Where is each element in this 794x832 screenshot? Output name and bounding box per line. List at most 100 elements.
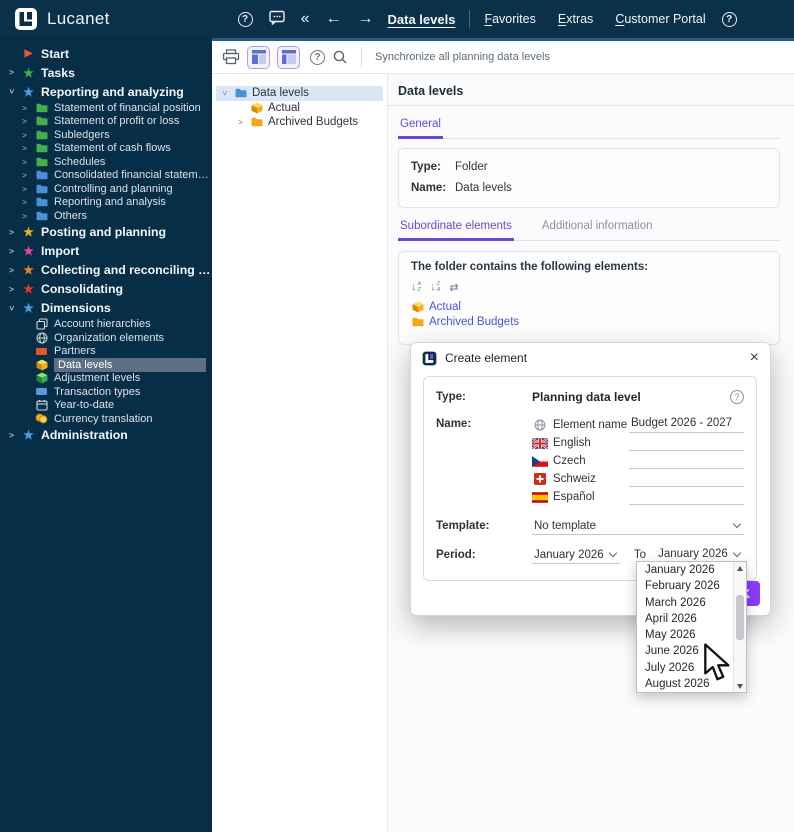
topbar-link-extras[interactable]: Extras — [558, 12, 593, 26]
sidebar-item-partners[interactable]: >Partners — [0, 345, 212, 359]
sidebar-item-consolidating[interactable]: >★Consolidating — [0, 280, 212, 299]
feedback-chat-icon[interactable] — [269, 10, 285, 29]
chevron-collapsed-icon[interactable]: > — [7, 68, 16, 77]
chevron-collapsed-icon[interactable]: > — [7, 228, 16, 237]
dropdown-option-march-2026[interactable]: March 2026 — [637, 595, 733, 611]
sidebar-item-others[interactable]: >Others — [0, 209, 212, 223]
chevron-collapsed-icon[interactable]: > — [20, 158, 29, 167]
back-arrow-icon[interactable]: ← — [326, 11, 342, 27]
layout-panel-left-icon[interactable] — [247, 46, 270, 69]
sidebar-item-statement-of-profit-or-loss[interactable]: >Statement of profit or loss — [0, 115, 212, 129]
chevron-collapsed-icon[interactable]: > — [20, 117, 29, 126]
sort-toolbar: ↓AZ ↓ZA ⇄ — [411, 281, 767, 294]
globe-icon — [532, 419, 548, 431]
dropdown-scrollbar[interactable] — [733, 562, 746, 692]
sidebar-item-subledgers[interactable]: >Subledgers — [0, 128, 212, 142]
dropdown-option-january-2026[interactable]: January 2026 — [637, 562, 733, 578]
sidebar-item-start[interactable]: >▶Start — [0, 44, 212, 63]
sidebar-item-statement-of-financial-position[interactable]: >Statement of financial position — [0, 101, 212, 115]
sidebar-item-controlling-and-planning[interactable]: >Controlling and planning — [0, 182, 212, 196]
sidebar-item-collecting-and-reconciling-data[interactable]: >★Collecting and reconciling data — [0, 261, 212, 280]
current-view-title[interactable]: Data levels — [388, 12, 456, 27]
tab-general[interactable]: General — [398, 115, 443, 139]
element-name-input[interactable]: Budget 2026 - 2027 — [629, 417, 744, 433]
chevron-collapsed-icon[interactable]: > — [7, 247, 16, 256]
chevron-expanded-icon[interactable]: > — [7, 87, 16, 96]
template-value: No template — [534, 520, 596, 532]
chevron-expanded-icon[interactable]: > — [220, 89, 229, 98]
sidebar-item-reporting-and-analysis[interactable]: >Reporting and analysis — [0, 196, 212, 210]
chevron-collapsed-icon[interactable]: > — [20, 144, 29, 153]
sidebar-item-import[interactable]: >★Import — [0, 242, 212, 261]
chevron-collapsed-icon[interactable]: > — [7, 431, 16, 440]
help-icon-right[interactable]: ? — [722, 12, 737, 27]
help-icon[interactable]: ? — [238, 12, 253, 27]
search-icon[interactable] — [332, 49, 348, 65]
tree-item-data-levels[interactable]: >Data levels — [216, 86, 383, 101]
chevron-collapsed-icon[interactable]: > — [7, 266, 16, 275]
close-icon[interactable]: × — [750, 350, 759, 366]
topbar-link-favorites[interactable]: Favorites — [484, 12, 535, 26]
chevron-collapsed-icon[interactable]: > — [236, 118, 245, 127]
sidebar-item-dimensions[interactable]: >★Dimensions — [0, 299, 212, 318]
chevron-expanded-icon[interactable]: > — [7, 304, 16, 313]
language-input-espa-ol[interactable] — [629, 489, 744, 505]
language-input-english[interactable] — [629, 435, 744, 451]
print-icon[interactable] — [222, 49, 240, 65]
sidebar-item-tasks[interactable]: >★Tasks — [0, 63, 212, 82]
period-from-select[interactable]: January 2026 — [532, 547, 620, 564]
sidebar-item-data-levels[interactable]: >Data levels — [0, 358, 212, 372]
period-to-value: January 2026 — [658, 548, 728, 560]
sort-za-icon[interactable]: ↓ZA — [430, 282, 440, 293]
dialog-help-icon[interactable]: ? — [730, 390, 744, 404]
star-icon: ★ — [22, 245, 35, 257]
chevron-collapsed-icon[interactable]: > — [20, 212, 29, 221]
sidebar-item-account-hierarchies[interactable]: >Account hierarchies — [0, 318, 212, 332]
sidebar-item-statement-of-cash-flows[interactable]: >Statement of cash flows — [0, 142, 212, 156]
sidebar-item-posting-and-planning[interactable]: >★Posting and planning — [0, 223, 212, 242]
element-link-archived-budgets[interactable]: Archived Budgets — [411, 315, 767, 331]
dialog-type-label: Type: — [436, 391, 482, 403]
copy-icon — [35, 318, 48, 330]
chevron-collapsed-icon[interactable]: > — [20, 171, 29, 180]
cube-icon — [35, 359, 48, 371]
sort-custom-icon[interactable]: ⇄ — [449, 281, 458, 294]
sidebar-item-currency-translation[interactable]: >Currency translation — [0, 412, 212, 426]
sidebar-item-reporting-and-analyzing[interactable]: >★Reporting and analyzing — [0, 82, 212, 101]
tree-item-actual[interactable]: >Actual — [216, 101, 383, 116]
main-toolbar: ? Synchronize all planning data levels — [212, 41, 794, 74]
sidebar-item-year-to-date[interactable]: >Year-to-date — [0, 399, 212, 413]
sort-az-icon[interactable]: ↓AZ — [411, 282, 421, 293]
sidebar-item-organization-elements[interactable]: >Organization elements — [0, 331, 212, 345]
tree-item-archived-budgets[interactable]: >Archived Budgets — [216, 115, 383, 130]
sidebar-item-administration[interactable]: >★Administration — [0, 426, 212, 445]
collapse-double-chevron-icon[interactable]: « — [301, 11, 310, 27]
language-input-czech[interactable] — [629, 453, 744, 469]
sidebar-item-consolidated-financial-statements[interactable]: >Consolidated financial statements — [0, 169, 212, 183]
dropdown-option-february-2026[interactable]: February 2026 — [637, 578, 733, 594]
toolbar-help-icon[interactable]: ? — [310, 50, 325, 65]
tab-additional-information[interactable]: Additional information — [540, 217, 655, 240]
dialog-title: Create element — [445, 351, 742, 365]
layout-panel-detail-icon[interactable] — [277, 46, 300, 69]
scroll-thumb[interactable] — [736, 595, 744, 640]
element-link-actual[interactable]: Actual — [411, 299, 767, 315]
sidebar-item-transaction-types[interactable]: >Transaction types — [0, 385, 212, 399]
tab-subordinate-elements[interactable]: Subordinate elements — [398, 217, 514, 241]
language-input-schweiz[interactable] — [629, 471, 744, 487]
chevron-collapsed-icon[interactable]: > — [7, 285, 16, 294]
template-select[interactable]: No template — [532, 518, 744, 535]
dropdown-option-may-2026[interactable]: May 2026 — [637, 627, 733, 643]
topbar-nav-icons: ? « ← → — [238, 10, 374, 29]
scroll-up-icon[interactable] — [737, 566, 743, 571]
chevron-collapsed-icon[interactable]: > — [20, 104, 29, 113]
sidebar-item-adjustment-levels[interactable]: >Adjustment levels — [0, 372, 212, 386]
topbar-link-customer-portal[interactable]: Customer Portal — [615, 12, 705, 26]
dropdown-option-april-2026[interactable]: April 2026 — [637, 611, 733, 627]
chevron-collapsed-icon[interactable]: > — [20, 185, 29, 194]
forward-arrow-icon[interactable]: → — [358, 11, 374, 27]
scroll-down-icon[interactable] — [737, 684, 743, 689]
chevron-collapsed-icon[interactable]: > — [20, 131, 29, 140]
sidebar-item-schedules[interactable]: >Schedules — [0, 155, 212, 169]
chevron-collapsed-icon[interactable]: > — [20, 198, 29, 207]
